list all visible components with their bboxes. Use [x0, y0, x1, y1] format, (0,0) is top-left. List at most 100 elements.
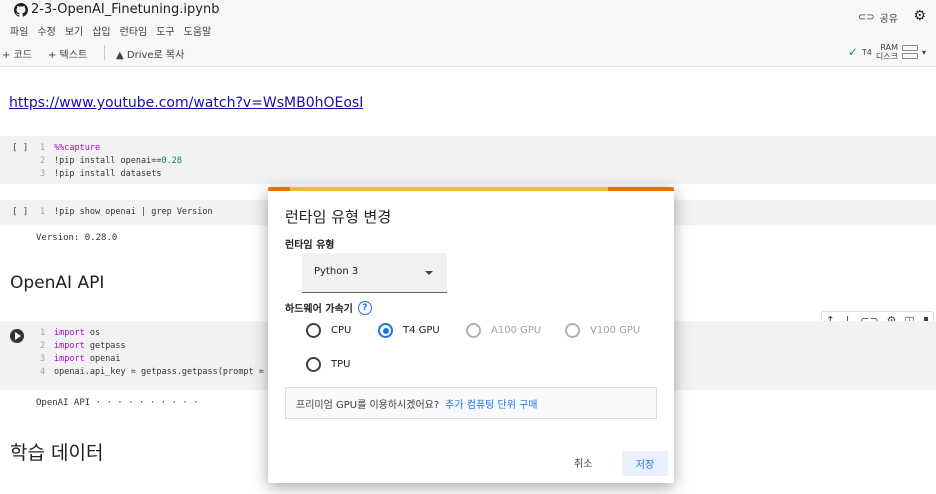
disk-bar: [901, 53, 918, 59]
line-number: 2: [40, 156, 46, 166]
radio-tpu[interactable]: TPU: [306, 357, 350, 372]
radio-label: T4 GPU: [403, 325, 440, 336]
radio-circle-disabled: [565, 323, 580, 338]
buy-compute-units-link[interactable]: 추가 컴퓨팅 단위 구매: [445, 396, 537, 411]
code-cell[interactable]: [ ] 1 %%capture 2 !pip install openai==0.28…: [0, 136, 936, 184]
line-number: 3: [40, 354, 46, 364]
code-token: import: [54, 341, 85, 351]
code-token: getpass: [84, 341, 126, 351]
line-number: 3: [40, 169, 46, 179]
code-token: %%capture: [54, 143, 101, 153]
resource-indicator[interactable]: ✓ T4 RAM 디스크 ▾: [848, 43, 926, 61]
change-runtime-dialog: 런타임 유형 변경 런타임 유형 Python 3 하드웨어 가속기 ? CPU…: [268, 187, 674, 483]
radio-circle: [306, 323, 321, 338]
code-token: openai: [84, 354, 121, 364]
code-editor[interactable]: 1 import os 2 import getpass 3 import openai 4…: [40, 327, 264, 379]
disk-label: 디스크: [875, 52, 898, 61]
promo-text: 프리미엄 GPU를 이용하시겠어요?: [296, 399, 440, 411]
radio-t4-gpu[interactable]: T4 GPU: [378, 323, 440, 338]
code-token: !pip install openai==: [54, 156, 162, 166]
link-icon: ⊂⊃: [857, 12, 875, 23]
hardware-accelerator-label: 하드웨어 가속기 ?: [285, 300, 372, 315]
code-token: os: [84, 328, 101, 338]
save-button[interactable]: 저장: [622, 451, 668, 476]
caret-down-icon: [425, 271, 433, 275]
connected-check-icon: ✓: [847, 45, 858, 59]
menu-edit[interactable]: 수정: [37, 23, 55, 38]
line-number: 1: [40, 328, 46, 338]
premium-gpu-banner: 프리미엄 GPU를 이용하시겠어요? 추가 컴퓨팅 단위 구매: [285, 387, 657, 419]
code-line: 3 import openai: [40, 353, 264, 366]
menu-tools[interactable]: 도구: [156, 23, 174, 38]
gpu-label: T4: [861, 47, 872, 57]
notebook-title[interactable]: 2-3-OpenAI_Finetuning.ipynb: [14, 2, 219, 17]
code-line: 1 import os: [40, 327, 264, 340]
radio-label: CPU: [331, 325, 352, 336]
cancel-button[interactable]: 취소: [574, 455, 592, 470]
resource-bars: [901, 45, 918, 59]
code-line: 2 !pip install openai==0.28: [40, 155, 182, 168]
code-token: 0.28: [161, 156, 182, 166]
drive-icon: ▲: [116, 50, 124, 61]
radio-circle-disabled: [466, 323, 481, 338]
code-line: 4 openai.api_key = getpass.getpass(prompt…: [40, 366, 264, 379]
share-label: 공유: [879, 14, 898, 25]
line-number: 2: [40, 341, 46, 351]
radio-circle: [306, 357, 321, 372]
toolbar-divider: [104, 45, 105, 60]
youtube-link[interactable]: https://www.youtube.com/watch?v=WsMB0hOE…: [9, 95, 363, 111]
code-token: !pip show openai | grep Version: [54, 207, 213, 217]
radio-a100-gpu: A100 GPU: [466, 323, 541, 338]
dialog-progress-bar: [268, 187, 674, 191]
radio-label: A100 GPU: [491, 325, 542, 336]
hardware-accelerator-text: 하드웨어 가속기: [285, 304, 353, 315]
code-token: !pip install datasets: [54, 169, 162, 179]
ram-bar: [901, 45, 918, 51]
section-heading: 학습 데이터: [10, 442, 104, 464]
gear-icon[interactable]: ⚙: [913, 8, 926, 24]
code-line: 3 !pip install datasets: [40, 168, 182, 181]
code-token: openai.api_key = getpass.getpass(prompt …: [54, 367, 264, 377]
toolbar: + 코드 + 텍스트 ▲ Drive로 복사 ✓ T4 RAM 디스크 ▾: [0, 40, 936, 67]
menu-insert[interactable]: 삽입: [92, 23, 110, 38]
menu-bar: 파일 수정 보기 삽입 런타임 도구 도움말: [10, 23, 211, 38]
chevron-down-icon[interactable]: ▾: [922, 48, 926, 57]
code-token: import: [54, 354, 85, 364]
share-button[interactable]: ⊂⊃ 공유: [858, 10, 898, 25]
radio-circle-selected: [378, 323, 393, 338]
section-heading: OpenAI API: [10, 273, 105, 293]
line-number: 4: [40, 367, 46, 377]
line-number: 1: [40, 143, 46, 153]
code-line: 2 import getpass: [40, 340, 264, 353]
top-bar: 2-3-OpenAI_Finetuning.ipynb 파일 수정 보기 삽입 …: [0, 0, 936, 40]
resource-labels: RAM 디스크: [876, 43, 898, 61]
code-editor[interactable]: 1 !pip show openai | grep Version: [40, 206, 213, 219]
cell-output: OpenAI API · · · · · · · · · ·: [36, 398, 199, 408]
runtime-type-select[interactable]: Python 3: [302, 253, 447, 293]
code-line: 1 !pip show openai | grep Version: [40, 206, 213, 219]
menu-help[interactable]: 도움말: [184, 23, 212, 38]
radio-cpu[interactable]: CPU: [306, 323, 351, 338]
radio-v100-gpu: V100 GPU: [565, 323, 640, 338]
run-cell-button[interactable]: [10, 329, 24, 343]
ram-label: RAM: [880, 43, 898, 52]
menu-runtime[interactable]: 런타임: [120, 23, 148, 38]
github-icon: [14, 2, 28, 17]
line-number: 1: [40, 207, 46, 217]
help-icon[interactable]: ?: [357, 300, 372, 315]
code-token: import: [54, 328, 85, 338]
menu-file[interactable]: 파일: [10, 23, 28, 38]
cell-run-bracket[interactable]: [ ]: [12, 207, 28, 217]
drive-copy-button[interactable]: ▲ Drive로 복사: [116, 46, 184, 61]
cell-output: Version: 0.28.0: [36, 233, 118, 243]
add-text-button[interactable]: + 텍스트: [48, 46, 87, 61]
menu-view[interactable]: 보기: [65, 23, 83, 38]
add-code-button[interactable]: + 코드: [2, 46, 32, 61]
code-editor[interactable]: 1 %%capture 2 !pip install openai==0.28 3 !pi…: [40, 142, 182, 181]
dialog-title: 런타임 유형 변경: [285, 208, 392, 226]
runtime-type-value: Python 3: [314, 266, 359, 277]
code-line: 1 %%capture: [40, 142, 182, 155]
notebook-title-text: 2-3-OpenAI_Finetuning.ipynb: [31, 2, 220, 17]
runtime-type-label: 런타임 유형: [285, 240, 335, 251]
cell-run-bracket[interactable]: [ ]: [12, 143, 28, 153]
